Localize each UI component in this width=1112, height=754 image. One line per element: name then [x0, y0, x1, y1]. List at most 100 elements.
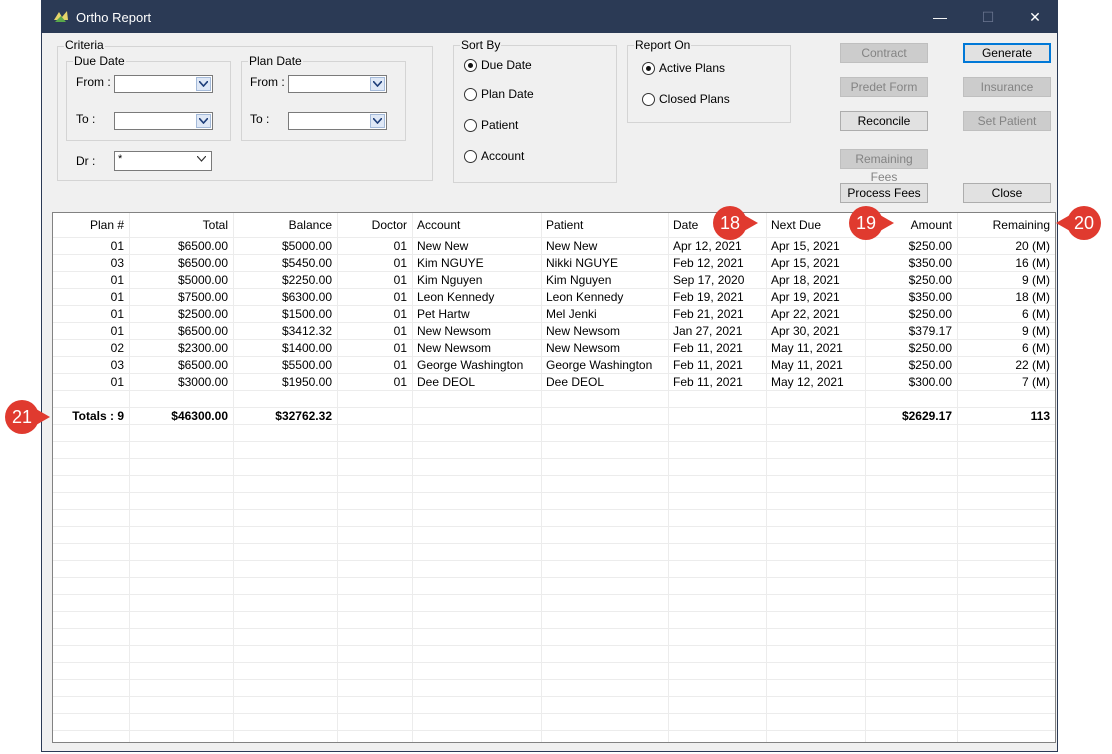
chevron-down-icon[interactable]	[370, 114, 385, 128]
cell-remaining: 7 (M)	[1022, 375, 1050, 389]
cell-doctor: 01	[393, 341, 407, 355]
cell-patient: New New	[546, 239, 598, 253]
contract-button[interactable]: Contract	[840, 43, 928, 63]
cell-account: New New	[417, 239, 469, 253]
dr-label: Dr :	[76, 154, 96, 168]
close-button[interactable]: Close	[963, 183, 1051, 203]
title-bar[interactable]: Ortho Report — ☐ ✕	[42, 1, 1057, 33]
grid-row-divider	[53, 543, 1055, 544]
predet-form-button[interactable]: Predet Form	[840, 77, 928, 97]
column-header-remaining: Remaining	[992, 218, 1050, 232]
plan-from-combo[interactable]	[288, 75, 387, 93]
cell-patient: George Washington	[546, 358, 653, 372]
cell-next-due: May 11, 2021	[771, 358, 843, 372]
callout-18: 18	[712, 205, 758, 241]
callout-20: 20	[1056, 205, 1102, 241]
grid-row-divider	[53, 679, 1055, 680]
report-on-group	[627, 45, 791, 123]
report-grid[interactable]: Plan # Total Balance Doctor Account Patient Da…	[52, 212, 1056, 743]
cell-patient: Mel Jenki	[546, 307, 597, 321]
cell-balance: $1950.00	[281, 375, 332, 389]
cell-patient: New Newsom	[546, 341, 621, 355]
dr-select[interactable]: *	[114, 151, 212, 171]
cell-date: Sep 17, 2020	[673, 273, 745, 287]
cell-date: Feb 11, 2021	[673, 358, 743, 372]
generate-button[interactable]: Generate	[963, 43, 1051, 63]
cell-balance: $2250.00	[281, 273, 332, 287]
maximize-button[interactable]: ☐	[965, 1, 1011, 33]
grid-row-divider	[53, 492, 1055, 493]
grid-row-divider	[53, 594, 1055, 595]
cell-date: Feb 11, 2021	[673, 375, 743, 389]
due-to-combo[interactable]	[114, 112, 213, 130]
minimize-button[interactable]: —	[917, 1, 963, 33]
grid-row-divider	[53, 560, 1055, 561]
cell-doctor: 01	[393, 358, 407, 372]
remaining-fees-button[interactable]: Remaining Fees	[840, 149, 928, 184]
cell-patient: Dee DEOL	[546, 375, 605, 389]
cell-total: $6500.00	[177, 324, 228, 338]
column-header-balance: Balance	[288, 218, 332, 232]
grid-row-divider	[53, 509, 1055, 510]
cell-plan-num: 03	[110, 358, 124, 372]
grid-row-divider	[53, 475, 1055, 476]
chevron-down-icon[interactable]	[196, 77, 211, 91]
cell-remaining: 6 (M)	[1022, 341, 1050, 355]
due-to-label: To :	[76, 112, 96, 126]
process-fees-button[interactable]: Process Fees	[840, 183, 928, 203]
cell-patient: Kim Nguyen	[546, 273, 612, 287]
cell-balance: $1400.00	[281, 341, 332, 355]
cell-doctor: 01	[393, 290, 407, 304]
column-header-account: Account	[417, 218, 461, 232]
cell-date: Feb 21, 2021	[673, 307, 744, 321]
cell-doctor: 01	[393, 273, 407, 287]
totals-amount: $2629.17	[901, 409, 952, 423]
cell-patient: Leon Kennedy	[546, 290, 624, 304]
plan-to-combo[interactable]	[288, 112, 387, 130]
cell-doctor: 01	[393, 324, 407, 338]
close-window-button[interactable]: ✕	[1012, 1, 1058, 33]
chevron-down-icon[interactable]	[370, 77, 385, 91]
cell-account: George Washington	[417, 358, 524, 372]
totals-remaining: 113	[1030, 409, 1050, 423]
cell-balance: $3412.32	[281, 324, 332, 338]
cell-next-due: Apr 30, 2021	[771, 324, 840, 338]
cell-amount: $250.00	[908, 307, 952, 321]
cell-doctor: 01	[393, 375, 407, 389]
due-from-combo[interactable]	[114, 75, 213, 93]
cell-date: Feb 19, 2021	[673, 290, 744, 304]
plan-date-label: Plan Date	[248, 54, 303, 68]
cell-patient: Nikki NGUYE	[546, 256, 619, 270]
cell-plan-num: 01	[110, 307, 124, 321]
insurance-button[interactable]: Insurance	[963, 77, 1051, 97]
cell-total: $7500.00	[177, 290, 228, 304]
cell-amount: $250.00	[908, 358, 952, 372]
cell-remaining: 16 (M)	[1015, 256, 1050, 270]
cell-account: Kim Nguyen	[417, 273, 483, 287]
app-icon	[54, 11, 68, 22]
cell-remaining: 22 (M)	[1015, 358, 1050, 372]
chevron-down-icon[interactable]	[196, 114, 211, 128]
plan-from-label: From :	[250, 75, 285, 89]
grid-row-divider	[53, 628, 1055, 629]
cell-plan-num: 01	[110, 290, 124, 304]
cell-amount: $350.00	[908, 256, 952, 270]
cell-amount: $379.17	[908, 324, 952, 338]
cell-amount: $350.00	[908, 290, 952, 304]
chevron-down-icon[interactable]	[195, 153, 210, 167]
cell-amount: $250.00	[908, 341, 952, 355]
cell-account: New Newsom	[417, 341, 492, 355]
cell-account: Dee DEOL	[417, 375, 476, 389]
totals-balance: $32762.32	[275, 409, 332, 423]
cell-balance: $1500.00	[281, 307, 332, 321]
cell-balance: $5500.00	[281, 358, 332, 372]
cell-next-due: May 11, 2021	[771, 341, 843, 355]
set-patient-button[interactable]: Set Patient	[963, 111, 1051, 131]
cell-next-due: Apr 18, 2021	[771, 273, 840, 287]
reconcile-button[interactable]: Reconcile	[840, 111, 928, 131]
cell-balance: $6300.00	[281, 290, 332, 304]
cell-date: Feb 12, 2021	[673, 256, 744, 270]
sort-by-group	[453, 45, 617, 183]
column-header-next-due: Next Due	[771, 218, 822, 232]
window-title: Ortho Report	[76, 10, 152, 25]
